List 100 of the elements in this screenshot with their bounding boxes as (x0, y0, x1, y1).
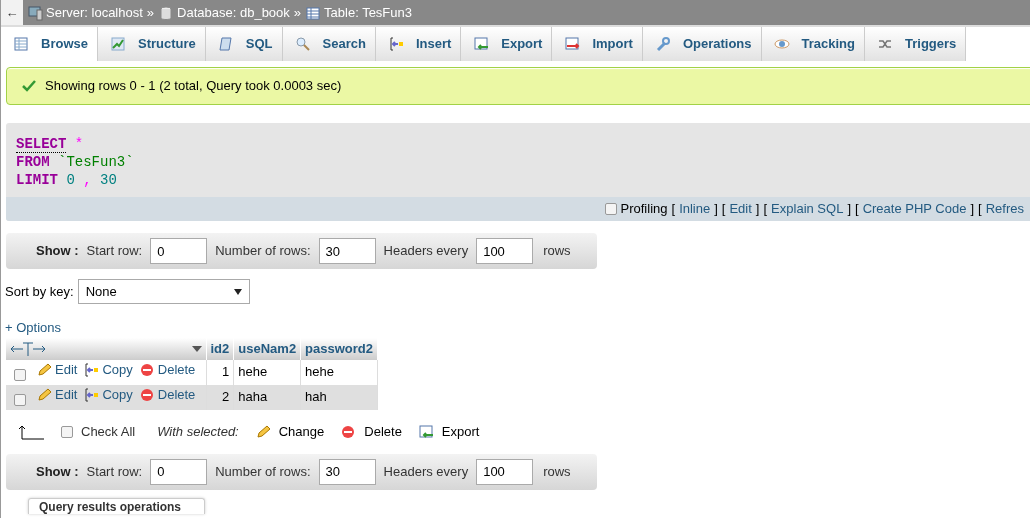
profiling-label: Profiling (620, 200, 668, 219)
search-icon (294, 36, 311, 52)
sql-operator: , (83, 172, 92, 188)
corner-arrow-icon (17, 423, 45, 440)
start-row-field[interactable]: 0 (150, 458, 208, 485)
sql-number: 0 (66, 172, 75, 188)
bracket: ] (970, 200, 975, 219)
tab[interactable]: Triggers (865, 27, 967, 61)
profiling-checkbox[interactable] (604, 203, 617, 215)
sql-link[interactable]: Edit (729, 199, 752, 219)
field-label: rows (543, 242, 571, 261)
column-header[interactable]: id2 (206, 337, 234, 360)
table-icon (13, 36, 29, 52)
with-selected-label: With selected: (157, 422, 239, 441)
column-header[interactable]: password2 (300, 337, 378, 360)
column-header[interactable]: useNam2 (233, 337, 301, 360)
bulk-action[interactable]: Delete (340, 421, 402, 442)
rows-field[interactable]: 30 (318, 458, 376, 485)
sql-identifier: `TesFun3` (58, 154, 134, 170)
tab[interactable]: Insert (375, 27, 462, 61)
show-label: Show : (36, 462, 79, 481)
tab[interactable]: Export (461, 27, 553, 61)
pencil-icon (36, 362, 52, 379)
back-button[interactable]: ← (1, 0, 23, 25)
breadcrumb-separator: » (293, 3, 302, 22)
sql-keyword: SELECT (16, 136, 67, 153)
check-all-checkbox[interactable] (61, 425, 73, 438)
field-label: Headers every (383, 462, 469, 481)
field-label: Start row: (86, 242, 143, 261)
options-link[interactable]: + Options (5, 318, 61, 338)
delete-link[interactable]: Delete (138, 385, 196, 405)
chart-icon (109, 36, 126, 52)
table-icon (305, 4, 322, 21)
tab[interactable]: Structure (97, 27, 206, 61)
sort-label: Sort by key: (5, 282, 74, 301)
sql-number: 30 (100, 172, 117, 188)
minus-circle-icon (340, 423, 357, 440)
bracket: [ (978, 200, 982, 219)
minus-circle-icon (138, 387, 155, 404)
breadcrumb-link[interactable]: Server: localhost (46, 2, 143, 23)
breadcrumb-link[interactable]: Table: TesFun3 (324, 2, 412, 23)
tab[interactable]: Search (282, 27, 376, 61)
export-icon (473, 36, 490, 52)
field-label: Start row: (86, 462, 143, 481)
check-icon (21, 78, 37, 94)
bracket: [ (721, 200, 726, 219)
bracket: ] (847, 200, 851, 219)
headers-field[interactable]: 100 (476, 458, 534, 485)
field-label: Headers every (383, 242, 469, 261)
start-row-field[interactable]: 0 (150, 238, 208, 264)
row-checkbox[interactable] (14, 393, 26, 406)
import-icon (564, 36, 581, 52)
copy-link[interactable]: Copy (83, 385, 133, 405)
copy-link[interactable]: Copy (83, 360, 133, 380)
bulk-action[interactable]: Export (417, 421, 480, 442)
sql-keyword: LIMIT (16, 172, 58, 188)
tab[interactable]: Tracking (761, 27, 865, 61)
tab[interactable]: Operations (642, 27, 762, 61)
edit-link[interactable]: Edit (36, 360, 78, 380)
breadcrumb-link[interactable]: Database: db_book (177, 2, 290, 23)
export-icon (417, 423, 434, 440)
row-checkbox[interactable] (14, 368, 26, 381)
breadcrumb-separator: » (146, 3, 155, 22)
sql-link[interactable]: Refres (985, 199, 1024, 219)
sql-keyword: FROM (16, 154, 50, 170)
sql-link[interactable]: Create PHP Code (862, 199, 967, 219)
headers-field[interactable]: 100 (476, 238, 534, 264)
sql-operator: * (74, 136, 84, 152)
caret-icon (191, 345, 202, 352)
minus-circle-icon (138, 362, 155, 379)
show-label: Show : (36, 242, 79, 261)
sort-dropdown[interactable]: None (77, 279, 250, 304)
sql-link[interactable]: Inline (679, 199, 711, 219)
delete-link[interactable]: Delete (138, 360, 196, 380)
insert-icon (83, 362, 100, 379)
pencil-icon (254, 423, 271, 440)
rows-field[interactable]: 30 (318, 238, 376, 264)
field-label: rows (543, 462, 571, 481)
edit-link[interactable]: Edit (36, 385, 78, 405)
field-label: Number of rows: (215, 462, 311, 481)
insert-icon (83, 387, 100, 404)
check-all-label: Check All (81, 422, 136, 441)
fieldset-tab[interactable]: Query results operations (28, 497, 205, 514)
bracket: ] (755, 200, 760, 219)
bracket: [ (763, 200, 768, 219)
eye-icon (773, 36, 790, 52)
field-label: Number of rows: (215, 242, 311, 261)
caret-icon (233, 288, 242, 295)
tab[interactable]: Import (552, 27, 643, 61)
bracket: ] (714, 200, 718, 219)
bulk-action[interactable]: Change (254, 421, 325, 442)
tab[interactable]: SQL (205, 27, 283, 61)
bracket: [ (855, 200, 859, 219)
column-resize-icon (10, 340, 46, 357)
insert-icon (387, 36, 404, 52)
message-text: Showing rows 0 - 1 (2 total, Query took 0.0003 sec) (45, 77, 342, 96)
sql-link[interactable]: Explain SQL (771, 199, 844, 219)
wrench-icon (654, 36, 671, 52)
server-icon (27, 4, 43, 21)
pencil-icon (36, 387, 52, 404)
